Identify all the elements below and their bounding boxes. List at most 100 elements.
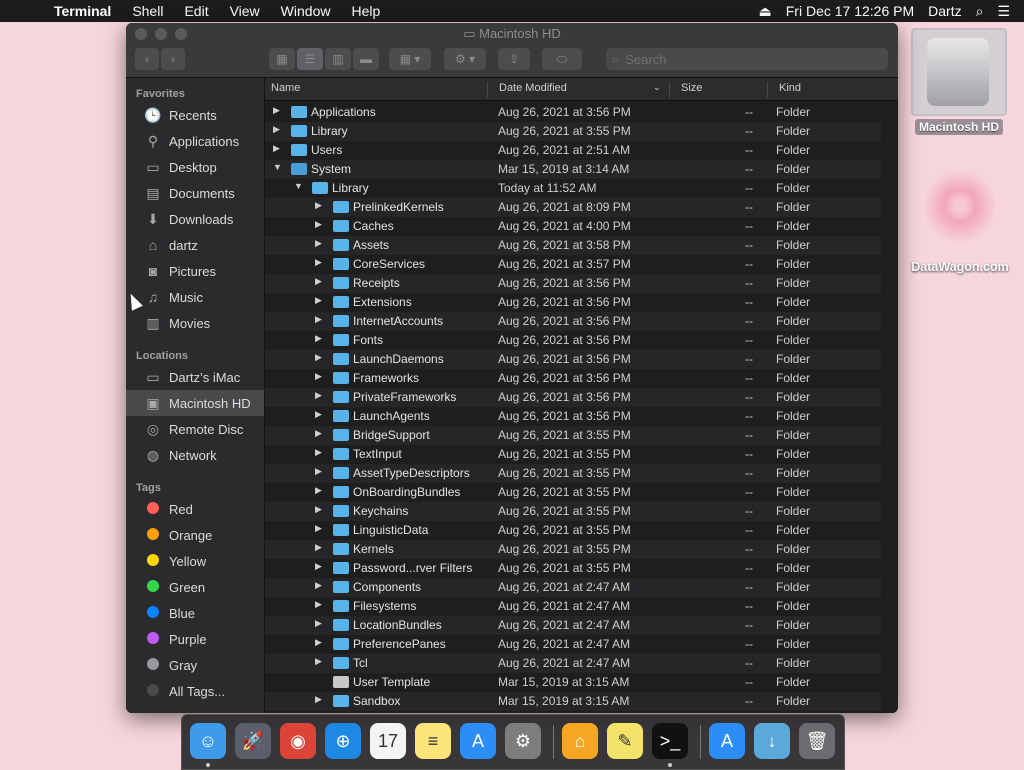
search-field[interactable]: ⌕ Search [606, 48, 888, 70]
terminal-icon[interactable]: >_ [652, 723, 688, 759]
sidebar-item-red[interactable]: Red [126, 496, 264, 522]
sidebar-item-applications[interactable]: ⚲ Applications [126, 128, 264, 154]
table-row[interactable]: ▶ OnBoardingBundles Aug 26, 2021 at 3:55 P… [265, 483, 881, 502]
disclosure-closed-icon[interactable]: ▶ [315, 257, 322, 268]
table-row[interactable]: ▶ InternetAccounts Aug 26, 2021 at 3:56 PM… [265, 312, 881, 331]
table-row[interactable]: ▼ Library Today at 11:52 AM -- Folder [265, 179, 881, 198]
tag-button[interactable]: ⬭ [542, 48, 582, 70]
notes-icon[interactable]: ≡ [415, 723, 451, 759]
table-row[interactable]: ▶ Tcl Aug 26, 2021 at 2:47 AM -- Folder [265, 654, 881, 673]
action-gear-button[interactable]: ⚙ ▾ [444, 48, 486, 70]
sidebar-item-all-tags[interactable]: All Tags... [126, 678, 264, 704]
sidebar-item-dartz[interactable]: ⌂ dartz [126, 232, 264, 258]
disclosure-closed-icon[interactable]: ▶ [315, 276, 322, 287]
table-row[interactable]: ▶ Password...rver Filters Aug 26, 2021 at … [265, 559, 881, 578]
sidebar-item-recents[interactable]: 🕒 Recents [126, 102, 264, 128]
table-row[interactable]: ▶ Components Aug 26, 2021 at 2:47 AM -- Fold… [265, 578, 881, 597]
sidebar-item-purple[interactable]: Purple [126, 626, 264, 652]
disclosure-closed-icon[interactable]: ▶ [315, 504, 322, 515]
sidebar-item-orange[interactable]: Orange [126, 522, 264, 548]
appstore-icon[interactable]: A [460, 723, 496, 759]
calendar-icon[interactable]: 17 [370, 723, 406, 759]
disclosure-closed-icon[interactable]: ▶ [315, 352, 322, 363]
table-row[interactable]: ▶ Sandbox Mar 15, 2019 at 3:15 AM -- Folder [265, 692, 881, 711]
group-button[interactable]: ▦ ▾ [389, 48, 431, 70]
sidebar-item-pictures[interactable]: ◙ Pictures [126, 258, 264, 284]
table-row[interactable]: ▼ System Mar 15, 2019 at 3:14 AM -- Folder [265, 160, 881, 179]
eject-icon[interactable]: ⏏ [759, 3, 772, 20]
disclosure-closed-icon[interactable]: ▶ [273, 124, 280, 135]
sidebar-item-blue[interactable]: Blue [126, 600, 264, 626]
menu-view[interactable]: View [230, 3, 260, 19]
table-row[interactable]: ▶ Keychains Aug 26, 2021 at 3:55 PM -- Folde… [265, 502, 881, 521]
sidebar-item-network[interactable]: ◍ Network [126, 442, 264, 468]
table-row[interactable]: ▶ Frameworks Aug 26, 2021 at 3:56 PM -- Fold… [265, 369, 881, 388]
disclosure-closed-icon[interactable]: ▶ [273, 143, 280, 154]
home-app-icon[interactable]: ⌂ [562, 723, 598, 759]
table-row[interactable]: ▶ LaunchAgents Aug 26, 2021 at 3:56 PM -- Fo… [265, 407, 881, 426]
disclosure-closed-icon[interactable]: ▶ [315, 637, 322, 648]
disclosure-closed-icon[interactable]: ▶ [315, 333, 322, 344]
sidebar-item-desktop[interactable]: ▭ Desktop [126, 154, 264, 180]
spotlight-search-icon[interactable]: ⌕ [976, 3, 984, 20]
disclosure-closed-icon[interactable]: ▶ [315, 314, 322, 325]
table-row[interactable]: ▶ Assets Aug 26, 2021 at 3:58 PM -- Folder [265, 236, 881, 255]
disclosure-open-icon[interactable]: ▼ [294, 181, 303, 191]
disclosure-closed-icon[interactable]: ▶ [273, 105, 280, 116]
menu-shell[interactable]: Shell [132, 3, 163, 19]
sidebar-item-yellow[interactable]: Yellow [126, 548, 264, 574]
safari-icon[interactable]: ⊕ [325, 723, 361, 759]
table-row[interactable]: ▶ TextInput Aug 26, 2021 at 3:55 PM -- Folde… [265, 445, 881, 464]
disclosure-closed-icon[interactable]: ▶ [315, 466, 322, 477]
disclosure-closed-icon[interactable]: ▶ [315, 371, 322, 382]
disclosure-closed-icon[interactable]: ▶ [315, 618, 322, 629]
disclosure-closed-icon[interactable]: ▶ [315, 428, 322, 439]
icon-view-button[interactable]: ▦ [269, 48, 295, 70]
table-row[interactable]: ▶ Users Aug 26, 2021 at 2:51 AM -- Folder [265, 141, 881, 160]
disclosure-open-icon[interactable]: ▼ [273, 162, 282, 172]
disclosure-closed-icon[interactable]: ▶ [315, 295, 322, 306]
table-row[interactable]: ▶ Kernels Aug 26, 2021 at 3:55 PM -- Folder [265, 540, 881, 559]
clock[interactable]: Fri Dec 17 12:26 PM [786, 3, 914, 19]
desktop-datawagon[interactable]: DataWagon.com [904, 168, 1016, 280]
trash-icon[interactable]: 🗑 [799, 723, 835, 759]
menu-window[interactable]: Window [281, 3, 331, 19]
disclosure-closed-icon[interactable]: ▶ [315, 599, 322, 610]
launchpad-icon[interactable]: 🚀 [235, 723, 271, 759]
sidebar-item-remote-disc[interactable]: ◎ Remote Disc [126, 416, 264, 442]
chrome-icon[interactable]: ◉ [280, 723, 316, 759]
system-preferences-icon[interactable]: ⚙ [505, 723, 541, 759]
table-row[interactable]: ▶ Applications Aug 26, 2021 at 3:56 PM -- Fo… [265, 103, 881, 122]
table-row[interactable]: ▶ LocationBundles Aug 26, 2021 at 2:47 AM -… [265, 616, 881, 635]
table-row[interactable]: ▶ LaunchDaemons Aug 26, 2021 at 3:56 PM -- F… [265, 350, 881, 369]
disclosure-closed-icon[interactable]: ▶ [315, 656, 322, 667]
appstore-downloads-icon[interactable]: A [709, 723, 745, 759]
sidebar-item-movies[interactable]: ▥ Movies [126, 310, 264, 336]
menu-help[interactable]: Help [351, 3, 380, 19]
user-menu[interactable]: Dartz [928, 3, 961, 19]
disclosure-closed-icon[interactable]: ▶ [315, 485, 322, 496]
downloads-folder-icon[interactable]: ↓ [754, 723, 790, 759]
forward-button[interactable]: › [161, 48, 185, 70]
disclosure-closed-icon[interactable]: ▶ [315, 580, 322, 591]
disclosure-closed-icon[interactable]: ▶ [315, 542, 322, 553]
column-view-button[interactable]: ▥ [325, 48, 351, 70]
sidebar-item-gray[interactable]: Gray [126, 652, 264, 678]
disclosure-closed-icon[interactable]: ▶ [315, 390, 322, 401]
table-row[interactable]: ▶ CoreServices Aug 26, 2021 at 3:57 PM -- Fo… [265, 255, 881, 274]
column-header-size[interactable]: Size [681, 82, 702, 94]
menu-app-name[interactable]: Terminal [54, 3, 111, 19]
table-row[interactable]: ▶ Caches Aug 26, 2021 at 4:00 PM -- Folder [265, 217, 881, 236]
table-row[interactable]: ▶ Extensions Aug 26, 2021 at 3:56 PM -- Fold… [265, 293, 881, 312]
sidebar-item-green[interactable]: Green [126, 574, 264, 600]
table-row[interactable]: ▶ Library Aug 26, 2021 at 3:55 PM -- Folder [265, 122, 881, 141]
share-button[interactable]: ⇪ [498, 48, 530, 70]
disclosure-closed-icon[interactable]: ▶ [315, 200, 322, 211]
finder-icon[interactable]: ☺ [190, 723, 226, 759]
table-row[interactable]: ▶ Filesystems Aug 26, 2021 at 2:47 AM -- Fol… [265, 597, 881, 616]
table-row[interactable]: ▶ PrivateFrameworks Aug 26, 2021 at 3:56 P… [265, 388, 881, 407]
table-row[interactable]: ▶ Receipts Aug 26, 2021 at 3:56 PM -- Folder [265, 274, 881, 293]
sidebar-item-dartz-s-imac[interactable]: ▭ Dartz’s iMac [126, 364, 264, 390]
menu-edit[interactable]: Edit [184, 3, 208, 19]
sidebar-item-documents[interactable]: ▤ Documents [126, 180, 264, 206]
